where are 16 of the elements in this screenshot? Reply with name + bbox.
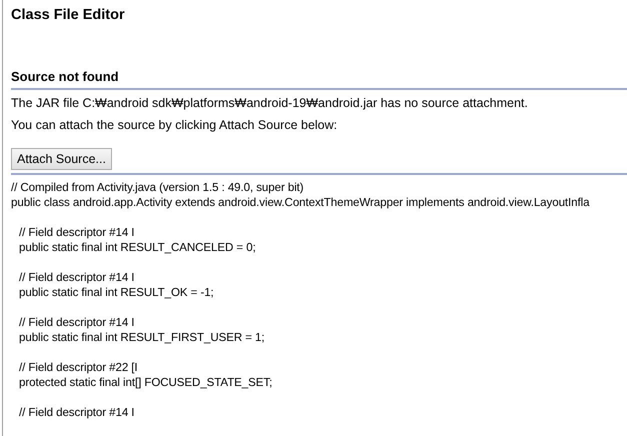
attach-source-button[interactable]: Attach Source...	[11, 148, 112, 170]
code-line: // Compiled from Activity.java (version 1.5 : 49.0, super bit)	[11, 180, 304, 195]
code-comment: // Field descriptor #14 I	[19, 225, 134, 240]
code-line: protected static final int[] FOCUSED_STATE_SET;	[19, 375, 272, 390]
editor-title: Class File Editor	[11, 6, 126, 25]
code-comment: // Field descriptor #14 I	[19, 270, 134, 285]
code-line: public static final int RESULT_FIRST_USER = 1;	[19, 330, 265, 345]
message-text: You can attach the source by clicking Attach Source below:	[11, 117, 338, 134]
code-comment: // Field descriptor #14 I	[19, 315, 134, 330]
code-line: public static final int RESULT_OK = -1;	[19, 285, 214, 300]
code-comment: // Field descriptor #22 [I	[19, 360, 138, 375]
code-line: public class android.app.Activity extends android.view.ContextThemeWrapper implements android.view.LayoutInfla	[11, 195, 590, 210]
code-line: public static final int RESULT_CANCELED = 0;	[19, 240, 256, 255]
section-heading: Source not found	[11, 69, 627, 90]
message-text: The JAR file C:₩android sdk₩platforms₩android-19₩android.jar has no source attachment.	[11, 95, 529, 112]
code-comment: // Field descriptor #14 I	[19, 405, 134, 420]
